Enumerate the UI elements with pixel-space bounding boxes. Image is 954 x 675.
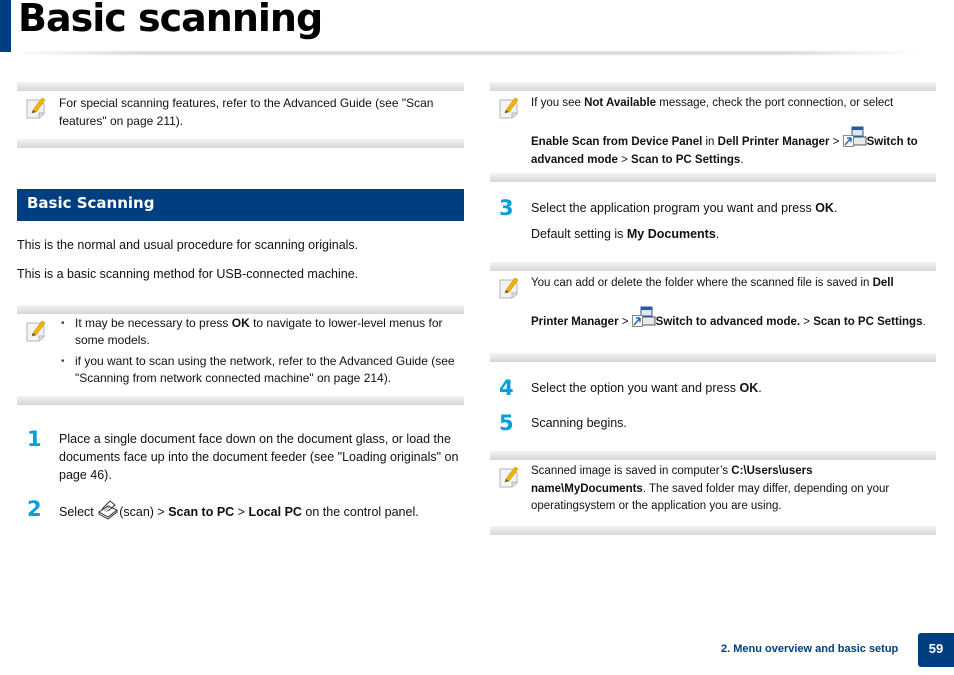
note-bottom-bar	[490, 173, 936, 182]
note-not-available: If you see Not Available message, check …	[490, 82, 936, 182]
step-text: Place a single document face down on the…	[59, 432, 459, 482]
note-bottom-bar	[17, 396, 464, 405]
text: in	[702, 136, 718, 148]
scan-icon	[98, 500, 119, 520]
note-pencil-icon	[499, 277, 519, 299]
menu-local-pc: Local PC	[248, 505, 302, 519]
intro-paragraph-1: This is the normal and usual procedure f…	[17, 238, 359, 252]
text: .	[715, 227, 720, 241]
ok-key-label: OK	[815, 201, 834, 215]
menu-scan-to-pc: Scan to PC	[168, 505, 235, 519]
footer-chapter-link[interactable]: 2. Menu overview and basic setup	[721, 643, 898, 655]
text: >	[829, 136, 843, 148]
step-number: 5	[499, 411, 514, 435]
note-bottom-bar	[490, 353, 936, 362]
scan-to-pc-settings-label: Scan to PC Settings	[631, 154, 741, 166]
text: You can add or delete the folder where t…	[531, 277, 873, 289]
note-bottom-bar	[17, 139, 464, 148]
switch-advanced-mode-label: Switch to advanced mode.	[655, 316, 801, 328]
note-pencil-icon	[26, 320, 46, 342]
text: .	[740, 154, 744, 166]
note-text: If you see Not Available message, check …	[531, 94, 930, 169]
my-documents-label: My Documents	[626, 227, 716, 241]
text: on the control panel.	[301, 505, 419, 519]
note-top-bar	[490, 82, 936, 91]
note-saved-location: Scanned image is saved in computer’s C:\…	[490, 451, 936, 535]
text: >	[234, 505, 249, 519]
note-text: You can add or delete the folder where t…	[531, 274, 930, 331]
text: It may be necessary to press	[75, 316, 232, 330]
note-pencil-icon	[499, 97, 519, 119]
dell-word: Dell	[872, 277, 894, 289]
note-top-bar	[490, 451, 936, 460]
note-text: For special scanning features, refer to …	[59, 96, 434, 128]
text: >	[618, 316, 632, 328]
switch-advanced-mode-icon	[631, 306, 656, 327]
text: Select the application program you want …	[531, 201, 816, 215]
step-text: Select (scan) > Scan to PC > Local PC on…	[59, 500, 479, 521]
switch-advanced-mode-icon	[842, 126, 867, 147]
note-bottom-bar	[490, 526, 936, 535]
note-pencil-icon	[26, 97, 46, 119]
text: .	[758, 381, 762, 395]
note-advanced-guide: For special scanning features, refer to …	[17, 82, 464, 148]
text: if you want to scan using the network, r…	[75, 354, 455, 385]
not-available-label: Not Available	[584, 97, 657, 109]
text: Scanned image is saved in computer’s	[531, 465, 732, 477]
step-text: Select the option you want and press OK.	[531, 379, 931, 397]
ok-key-label: OK	[231, 316, 250, 330]
note-bullet-network: if you want to scan using the network, r…	[59, 353, 458, 387]
text: Select the option you want and press	[531, 381, 740, 395]
text: message, check the port connection, or s…	[656, 97, 894, 109]
text: >	[617, 154, 632, 166]
dell-printer-manager-label: Dell Printer Manager	[717, 136, 830, 148]
text: Default setting is	[531, 227, 627, 241]
note-text: Scanned image is saved in computer’s C:\…	[531, 463, 930, 516]
note-pencil-icon	[499, 466, 519, 488]
note-top-bar	[17, 82, 464, 91]
note-text: It may be necessary to press OK to navig…	[59, 315, 458, 391]
text: .	[922, 316, 926, 328]
text: (scan) >	[119, 505, 169, 519]
step-text: Select the application program you want …	[531, 199, 931, 243]
note-bullet-list: It may be necessary to press OK to navig…	[59, 315, 458, 387]
text: If you see	[531, 97, 585, 109]
printer-manager-word: Printer Manager	[531, 316, 619, 328]
text: .	[833, 201, 838, 215]
step-number: 2	[27, 497, 42, 521]
step-text: Scanning begins.	[531, 416, 627, 430]
scan-to-pc-settings-label: Scan to PC Settings	[813, 316, 923, 328]
text: Select	[59, 505, 98, 519]
note-top-bar	[490, 262, 936, 271]
ok-key-label: OK	[739, 381, 759, 395]
text: >	[800, 316, 814, 328]
section-header-basic-scanning: Basic Scanning	[17, 189, 464, 221]
page-number: 59	[918, 633, 954, 667]
note-tips: It may be necessary to press OK to navig…	[17, 305, 464, 405]
note-folder-settings: You can add or delete the folder where t…	[490, 262, 936, 362]
step-number: 3	[499, 196, 514, 220]
step-number: 4	[499, 376, 514, 400]
step-number: 1	[27, 427, 42, 451]
enable-scan-label: Enable Scan from Device Panel	[531, 136, 703, 148]
page-title: Basic scanning	[18, 0, 323, 40]
title-divider	[8, 50, 918, 56]
note-top-bar	[17, 305, 464, 314]
title-accent-bar	[0, 0, 11, 52]
intro-paragraph-2: This is a basic scanning method for USB-…	[17, 267, 359, 281]
note-bullet-ok: It may be necessary to press OK to navig…	[59, 315, 458, 349]
